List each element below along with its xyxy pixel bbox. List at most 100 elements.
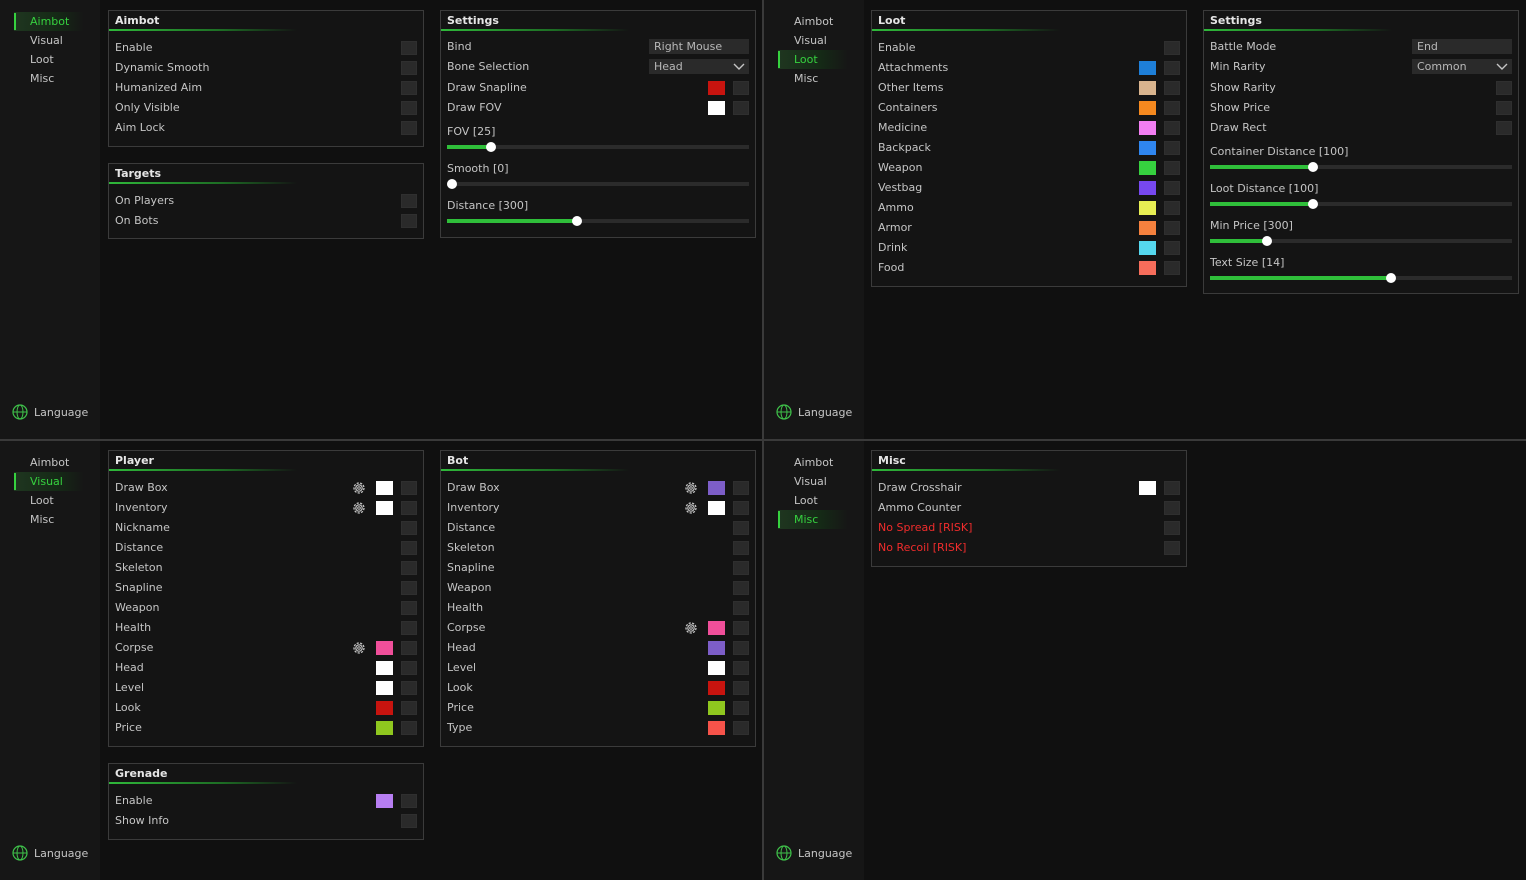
color-swatch[interactable] xyxy=(708,641,725,655)
player-snapline-checkbox[interactable] xyxy=(401,581,417,595)
bot-inventory-checkbox[interactable] xyxy=(733,501,749,515)
player-head-checkbox[interactable] xyxy=(401,661,417,675)
color-swatch[interactable] xyxy=(376,661,393,675)
dynamic-smooth-checkbox[interactable] xyxy=(401,61,417,75)
draw-snapline-checkbox[interactable] xyxy=(733,81,749,95)
humanized-aim-checkbox[interactable] xyxy=(401,81,417,95)
gear-icon[interactable] xyxy=(683,500,699,516)
sidebar-item-misc[interactable]: Misc xyxy=(778,510,848,529)
containers-checkbox[interactable] xyxy=(1164,101,1180,115)
slider-track[interactable] xyxy=(446,179,749,189)
on-bots-checkbox[interactable] xyxy=(401,214,417,228)
slider-track[interactable] xyxy=(1210,273,1512,283)
gear-icon[interactable] xyxy=(351,500,367,516)
slider-handle[interactable] xyxy=(1307,162,1318,172)
ammo-counter-checkbox[interactable] xyxy=(1164,501,1180,515)
slider-handle[interactable] xyxy=(485,142,496,152)
min-rarity-dropdown[interactable]: Common xyxy=(1412,59,1512,74)
medicine-checkbox[interactable] xyxy=(1164,121,1180,135)
player-draw-box-checkbox[interactable] xyxy=(401,481,417,495)
other-items-checkbox[interactable] xyxy=(1164,81,1180,95)
bot-distance-checkbox[interactable] xyxy=(733,521,749,535)
slider-handle[interactable] xyxy=(446,179,457,189)
bind-select[interactable]: Right Mouse xyxy=(649,39,749,54)
color-swatch[interactable] xyxy=(376,681,393,695)
loot-enable-checkbox[interactable] xyxy=(1164,41,1180,55)
player-price-checkbox[interactable] xyxy=(401,721,417,735)
sidebar-item-loot[interactable]: Loot xyxy=(0,50,100,69)
slider-handle[interactable] xyxy=(571,216,582,226)
bot-health-checkbox[interactable] xyxy=(733,601,749,615)
sidebar-item-aimbot[interactable]: Aimbot xyxy=(14,12,84,31)
bot-weapon-checkbox[interactable] xyxy=(733,581,749,595)
bot-look-checkbox[interactable] xyxy=(733,681,749,695)
draw-fov-checkbox[interactable] xyxy=(733,101,749,115)
player-weapon-checkbox[interactable] xyxy=(401,601,417,615)
armor-checkbox[interactable] xyxy=(1164,221,1180,235)
color-swatch[interactable] xyxy=(1139,201,1156,215)
player-inventory-checkbox[interactable] xyxy=(401,501,417,515)
color-swatch[interactable] xyxy=(708,101,725,115)
slider-handle[interactable] xyxy=(1262,236,1273,246)
sidebar-item-loot[interactable]: Loot xyxy=(0,491,100,510)
sidebar-item-misc[interactable]: Misc xyxy=(0,510,100,529)
show-price-checkbox[interactable] xyxy=(1496,101,1512,115)
bot-price-checkbox[interactable] xyxy=(733,701,749,715)
color-swatch[interactable] xyxy=(1139,261,1156,275)
color-swatch[interactable] xyxy=(1139,101,1156,115)
aim-lock-checkbox[interactable] xyxy=(401,121,417,135)
slider-handle[interactable] xyxy=(1307,199,1318,209)
color-swatch[interactable] xyxy=(708,621,725,635)
player-skeleton-checkbox[interactable] xyxy=(401,561,417,575)
color-swatch[interactable] xyxy=(1139,221,1156,235)
color-swatch[interactable] xyxy=(1139,121,1156,135)
battle-mode-select[interactable]: End xyxy=(1412,39,1512,54)
color-swatch[interactable] xyxy=(376,641,393,655)
slider-track[interactable] xyxy=(447,142,749,152)
color-swatch[interactable] xyxy=(1139,81,1156,95)
sidebar-item-aimbot[interactable]: Aimbot xyxy=(764,453,864,472)
color-swatch[interactable] xyxy=(708,81,725,95)
food-checkbox[interactable] xyxy=(1164,261,1180,275)
sidebar-item-visual[interactable]: Visual xyxy=(0,31,100,50)
color-swatch[interactable] xyxy=(708,661,725,675)
backpack-checkbox[interactable] xyxy=(1164,141,1180,155)
slider-track[interactable] xyxy=(447,216,749,226)
bot-head-checkbox[interactable] xyxy=(733,641,749,655)
color-swatch[interactable] xyxy=(708,481,725,495)
player-nickname-checkbox[interactable] xyxy=(401,521,417,535)
no-spread-checkbox[interactable] xyxy=(1164,521,1180,535)
bot-corpse-checkbox[interactable] xyxy=(733,621,749,635)
draw-rect-checkbox[interactable] xyxy=(1496,121,1512,135)
color-swatch[interactable] xyxy=(1139,481,1156,495)
sidebar-item-misc[interactable]: Misc xyxy=(764,69,864,88)
gear-icon[interactable] xyxy=(683,620,699,636)
language-button[interactable]: Language xyxy=(776,403,852,421)
no-recoil-checkbox[interactable] xyxy=(1164,541,1180,555)
slider-track[interactable] xyxy=(1210,236,1512,246)
gear-icon[interactable] xyxy=(351,480,367,496)
grenade-show-info-checkbox[interactable] xyxy=(401,814,417,828)
sidebar-item-loot[interactable]: Loot xyxy=(764,491,864,510)
color-swatch[interactable] xyxy=(1139,241,1156,255)
player-look-checkbox[interactable] xyxy=(401,701,417,715)
color-swatch[interactable] xyxy=(376,701,393,715)
enable-checkbox[interactable] xyxy=(401,41,417,55)
only-visible-checkbox[interactable] xyxy=(401,101,417,115)
grenade-enable-checkbox[interactable] xyxy=(401,794,417,808)
color-swatch[interactable] xyxy=(376,794,393,808)
slider-track[interactable] xyxy=(1210,162,1512,172)
bot-level-checkbox[interactable] xyxy=(733,661,749,675)
color-swatch[interactable] xyxy=(708,721,725,735)
sidebar-item-aimbot[interactable]: Aimbot xyxy=(764,12,864,31)
slider-handle[interactable] xyxy=(1386,273,1397,283)
color-swatch[interactable] xyxy=(376,501,393,515)
color-swatch[interactable] xyxy=(1139,181,1156,195)
bot-snapline-checkbox[interactable] xyxy=(733,561,749,575)
language-button[interactable]: Language xyxy=(12,403,88,421)
gear-icon[interactable] xyxy=(351,640,367,656)
gear-icon[interactable] xyxy=(683,480,699,496)
player-health-checkbox[interactable] xyxy=(401,621,417,635)
on-players-checkbox[interactable] xyxy=(401,194,417,208)
attachments-checkbox[interactable] xyxy=(1164,61,1180,75)
